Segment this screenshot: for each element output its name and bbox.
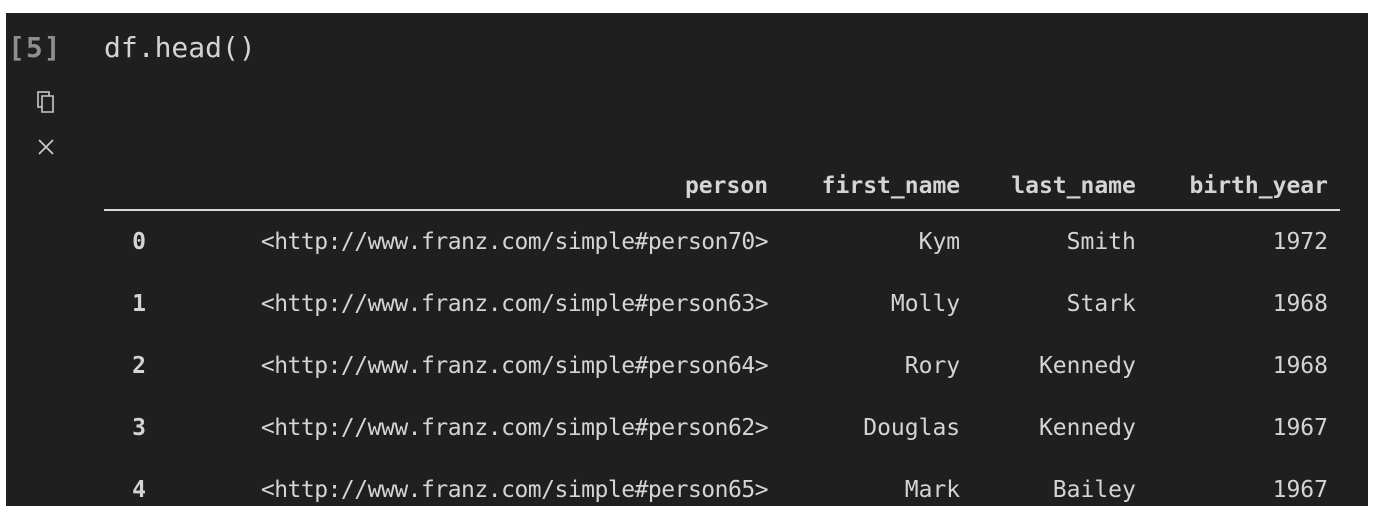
row-index: 3 [132,415,146,441]
table-row: 2 <http://www.franz.com/simple#person64>… [104,335,1340,397]
table-row: 1 <http://www.franz.com/simple#person63>… [104,273,1340,335]
row-index: 1 [132,291,146,317]
column-header-first-name: first_name [780,162,973,211]
table-row: 3 <http://www.franz.com/simple#person62>… [104,397,1340,459]
dataframe-table: person first_name last_name birth_year 0… [104,162,1340,506]
table-row: 0 <http://www.franz.com/simple#person70>… [104,210,1340,273]
person-cell: <http://www.franz.com/simple#person65> [260,477,769,503]
birth-year-cell: 1968 [1272,353,1328,379]
last-name-cell: Smith [1066,229,1136,255]
index-header [104,162,152,211]
copy-icon-glyph [37,91,54,113]
column-header-birth-year: birth_year [1147,162,1340,211]
last-name-cell: Stark [1066,291,1136,317]
code-input[interactable]: df.head() [104,28,256,68]
person-cell: <http://www.franz.com/simple#person70> [260,229,769,255]
close-icon[interactable] [34,135,58,159]
notebook-cell: [5] df.head() person first_name last_nam… [6,13,1368,506]
first-name-cell: Douglas [863,415,961,441]
first-name-cell: Kym [918,229,961,255]
first-name-cell: Rory [904,353,961,379]
header-row: person first_name last_name birth_year [104,162,1340,211]
birth-year-cell: 1967 [1272,477,1328,503]
birth-year-cell: 1968 [1272,291,1328,317]
last-name-cell: Kennedy [1038,353,1136,379]
column-header-last-name: last_name [972,162,1148,211]
execution-count: [5] [8,31,62,64]
person-cell: <http://www.franz.com/simple#person63> [260,291,769,317]
row-index: 0 [132,229,146,255]
column-header-person: person [152,162,781,211]
person-cell: <http://www.franz.com/simple#person62> [260,415,769,441]
first-name-cell: Molly [890,291,961,317]
last-name-cell: Bailey [1052,477,1136,503]
clear-output-glyph [38,139,54,155]
copy-icon[interactable] [34,90,58,114]
person-cell: <http://www.franz.com/simple#person64> [260,353,769,379]
first-name-cell: Mark [904,477,961,503]
birth-year-cell: 1967 [1272,415,1328,441]
birth-year-cell: 1972 [1272,229,1328,255]
row-index: 2 [132,353,146,379]
last-name-cell: Kennedy [1038,415,1136,441]
row-index: 4 [132,477,146,503]
table-row: 4 <http://www.franz.com/simple#person65>… [104,459,1340,506]
